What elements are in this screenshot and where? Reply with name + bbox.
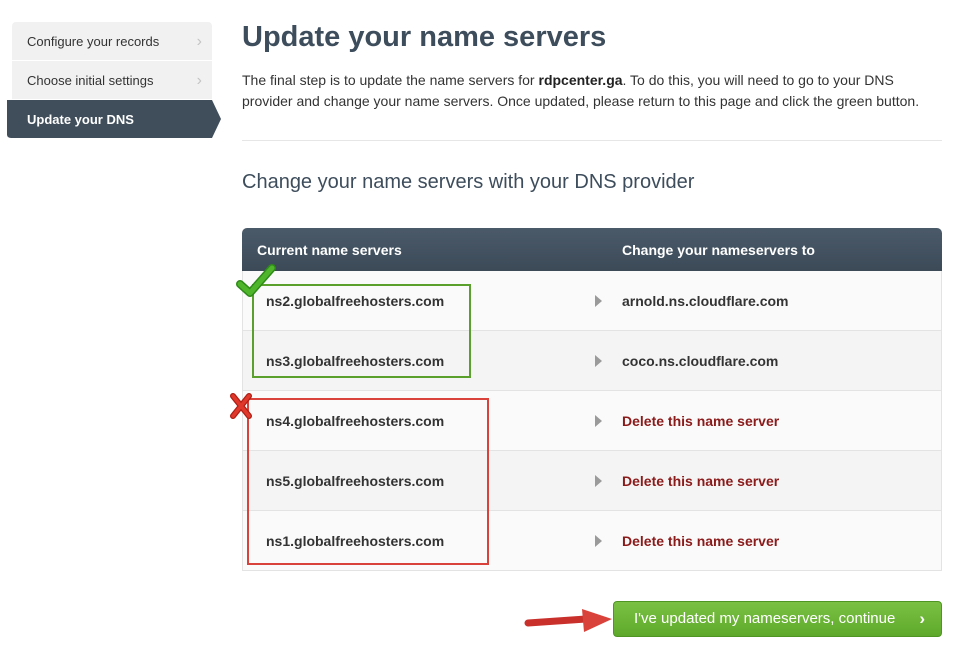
remove-nameservers-highlight (247, 398, 489, 565)
arrow-right-icon (595, 295, 602, 307)
check-icon (236, 264, 276, 297)
arrow-right-icon (595, 535, 602, 547)
keep-nameservers-highlight (252, 284, 471, 378)
sidebar-item-initial-settings[interactable]: Choose initial settings › (12, 61, 212, 100)
header-current: Current name servers (257, 242, 402, 258)
page-title: Update your name servers (242, 21, 607, 53)
sidebar-item-label: Choose initial settings (27, 73, 154, 88)
intro-prefix: The final step is to update the name ser… (242, 72, 539, 88)
chevron-right-icon: › (196, 33, 202, 50)
delete-nameserver-text: Delete this name server (622, 413, 780, 429)
chevron-right-icon: › (919, 609, 925, 628)
sidebar-item-configure-records[interactable]: Configure your records › (12, 22, 212, 61)
arrow-right-icon (595, 355, 602, 367)
continue-button[interactable]: I've updated my nameservers, continue › (613, 601, 942, 637)
continue-button-label: I've updated my nameservers, continue (634, 610, 896, 627)
table-header: Current name servers Change your nameser… (242, 228, 942, 271)
sidebar-item-label: Update your DNS (27, 112, 134, 127)
new-nameserver: coco.ns.cloudflare.com (622, 353, 779, 369)
new-nameserver: arnold.ns.cloudflare.com (622, 293, 789, 309)
wizard-steps-sidebar: Configure your records › Choose initial … (7, 22, 221, 139)
intro-text: The final step is to update the name ser… (242, 70, 942, 112)
delete-nameserver-text: Delete this name server (622, 473, 780, 489)
main-content: Update your name servers The final step … (242, 0, 942, 571)
x-icon (230, 393, 252, 419)
arrow-right-icon (524, 609, 612, 632)
arrow-right-icon (595, 475, 602, 487)
domain-name: rdpcenter.ga (538, 72, 623, 88)
sidebar-item-update-dns[interactable]: Update your DNS (7, 100, 221, 139)
sidebar-item-label: Configure your records (27, 34, 160, 49)
section-subtitle: Change your name servers with your DNS p… (242, 171, 695, 193)
header-change: Change your nameservers to (622, 242, 815, 258)
chevron-right-icon: › (196, 72, 202, 89)
delete-nameserver-text: Delete this name server (622, 533, 780, 549)
divider (242, 140, 942, 141)
arrow-right-icon (595, 415, 602, 427)
